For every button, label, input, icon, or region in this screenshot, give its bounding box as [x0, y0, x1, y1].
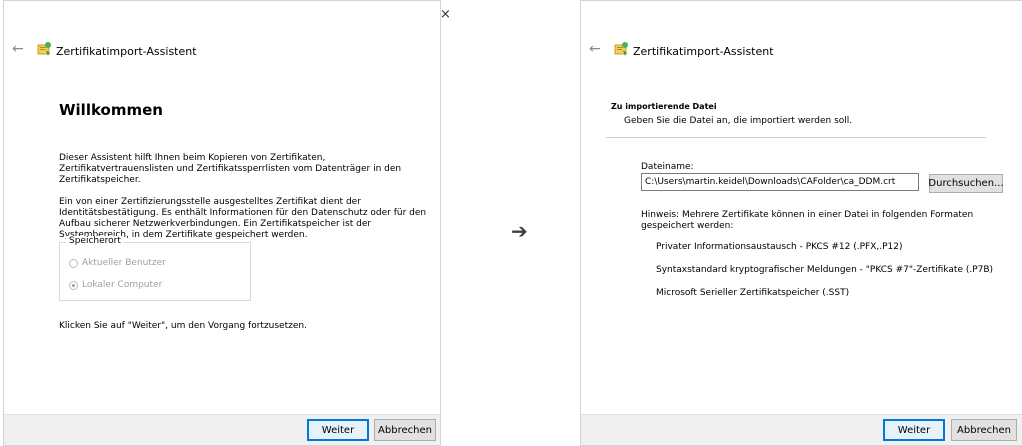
group-legend: Speicherort [66, 236, 124, 246]
section-subtitle: Geben Sie die Datei an, die importiert w… [624, 116, 853, 126]
intro-text: Dieser Assistent hilft Ihnen beim Kopier… [59, 153, 402, 185]
radio-local-computer[interactable]: Lokaler Computer [69, 280, 162, 290]
back-arrow-icon[interactable]: ← [12, 41, 24, 57]
close-icon[interactable]: × [440, 7, 451, 22]
format-item: Privater Informationsaustausch - PKCS #1… [656, 242, 903, 252]
format-hint: Hinweis: Mehrere Zertifikate können in e… [641, 210, 974, 231]
cancel-button[interactable]: Abbrechen [374, 419, 436, 441]
page-heading: Willkommen [59, 101, 163, 119]
radio-button-checked[interactable] [69, 280, 78, 290]
back-arrow-icon[interactable]: ← [589, 41, 601, 57]
radio-current-user[interactable]: Aktueller Benutzer [69, 258, 166, 268]
window-title: Zertifikatimport-Assistent [56, 45, 197, 58]
wizard-window-welcome: × ← Zertifikatimport-Assistent Willkomme… [3, 0, 451, 446]
radio-label: Aktueller Benutzer [82, 258, 166, 268]
radio-label: Lokaler Computer [82, 280, 163, 290]
window-title: Zertifikatimport-Assistent [633, 45, 774, 58]
certificate-icon [37, 42, 51, 56]
next-button[interactable]: Weiter [883, 419, 945, 441]
transition-arrow-icon: ➔ [511, 219, 528, 243]
header-divider [606, 137, 986, 138]
format-item: Syntaxstandard kryptografischer Meldunge… [656, 265, 994, 275]
browse-button[interactable]: Durchsuchen... [928, 174, 1004, 193]
welcome-panel: Willkommen Dieser Assistent hilft Ihnen … [29, 79, 426, 415]
certificate-icon [614, 42, 628, 56]
filename-input[interactable] [641, 173, 919, 191]
cancel-button[interactable]: Abbrechen [951, 419, 1017, 441]
button-bar: Weiter Abbrechen [581, 414, 1022, 445]
info-text: Ein von einer Zertifizierungsstelle ausg… [59, 197, 427, 240]
storage-location-group: Speicherort Aktueller Benutzer Lokaler C… [59, 236, 251, 301]
filename-label: Dateiname: [641, 162, 694, 172]
next-button[interactable]: Weiter [307, 419, 369, 441]
wizard-window-file: ← Zertifikatimport-Assistent Zu importie… [580, 0, 1022, 446]
section-title: Zu importierende Datei [611, 102, 717, 111]
radio-button[interactable] [69, 258, 78, 268]
button-bar: Weiter Abbrechen [4, 414, 440, 445]
continue-hint: Klicken Sie auf "Weiter", um den Vorgang… [59, 321, 307, 331]
format-item: Microsoft Serieller Zertifikatspeicher (… [656, 288, 850, 298]
